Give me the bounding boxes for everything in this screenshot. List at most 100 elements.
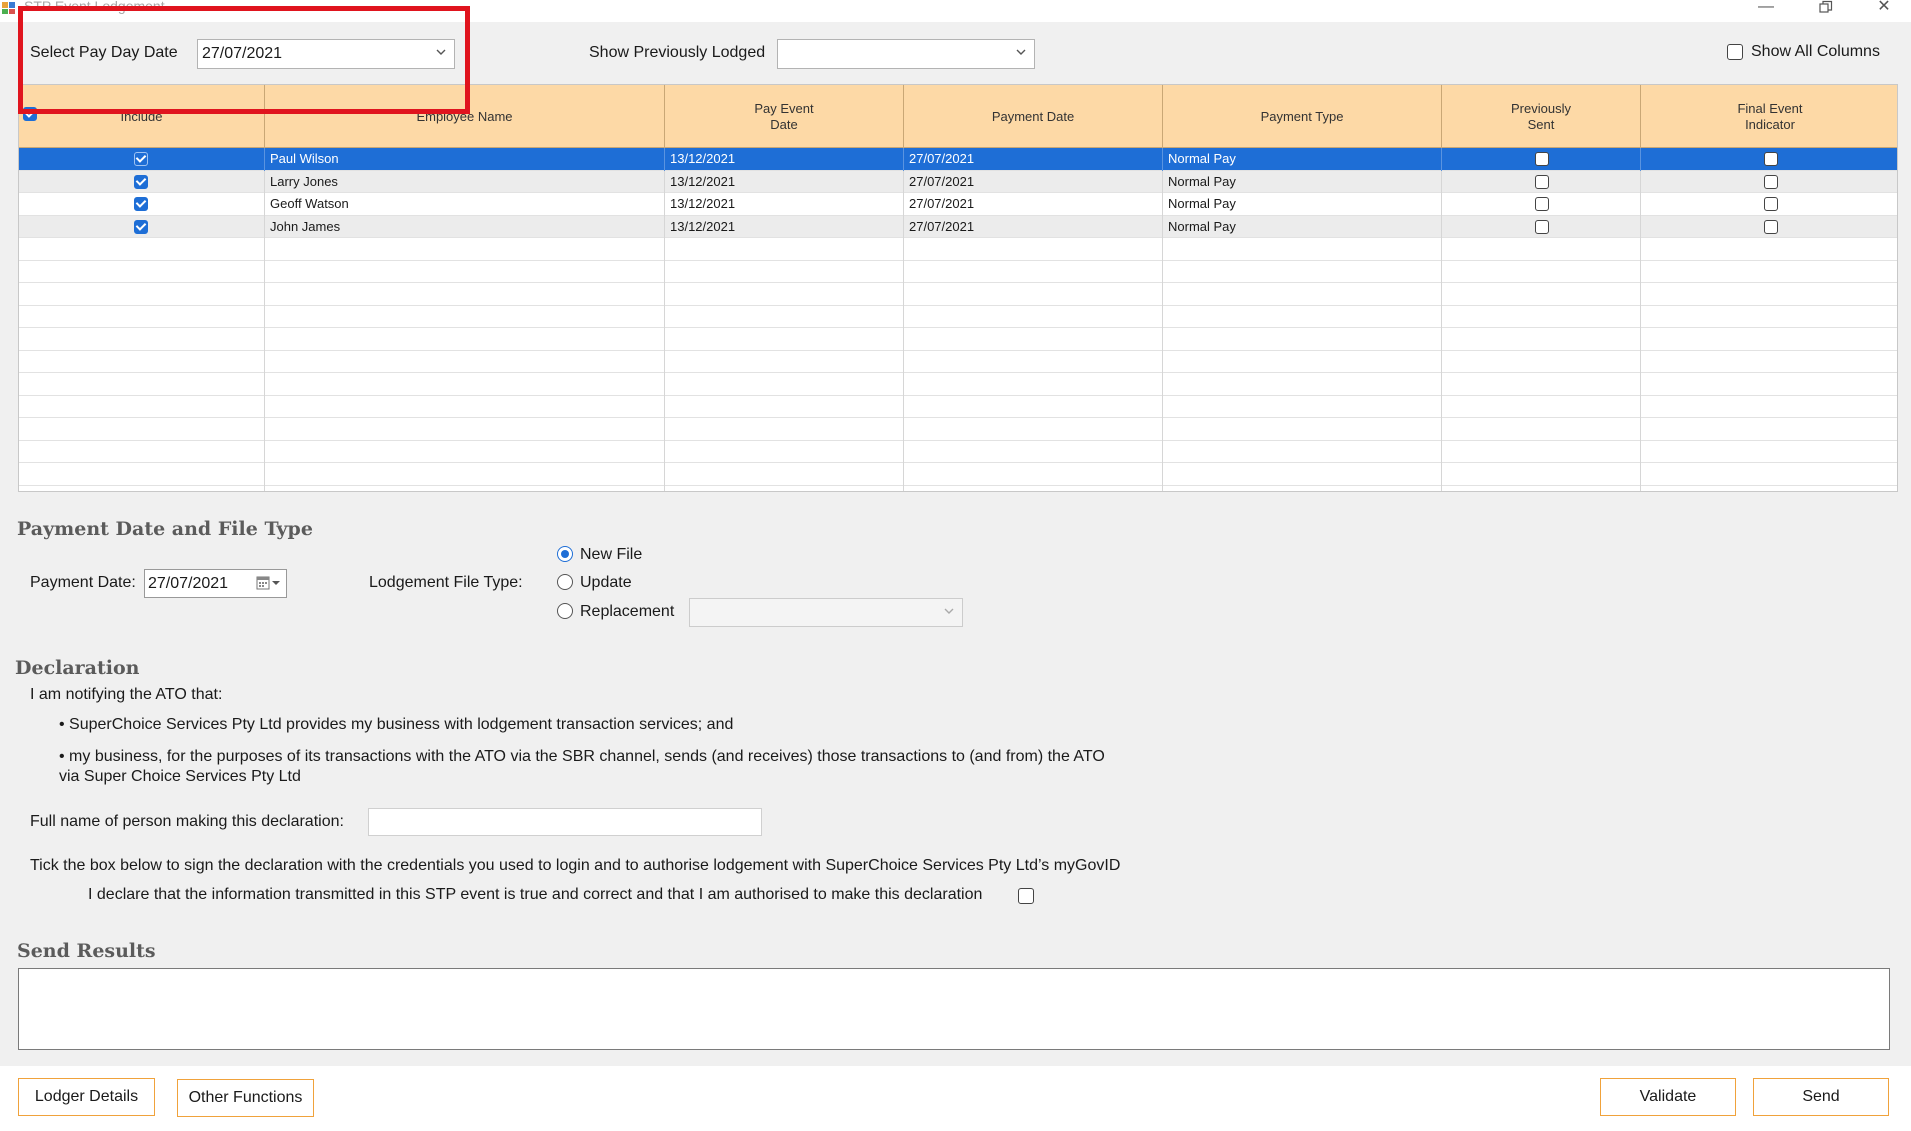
empty-row [19,305,1897,328]
payment-type-cell: Normal Pay [1163,215,1442,238]
include-cell [19,170,265,193]
previously-sent-checkbox[interactable] [1535,174,1549,189]
empty-cell [1163,463,1442,486]
send-button[interactable]: Send [1753,1078,1889,1116]
empty-row [19,463,1897,486]
empty-cell [19,485,265,491]
declare-checkbox[interactable] [1018,888,1034,904]
empty-cell [1163,238,1442,261]
declare-statement: I declare that the information transmitt… [88,886,983,903]
pay-day-select[interactable]: 27/07/2021 [197,39,455,69]
final-event-cell [1641,171,1897,194]
empty-cell [265,440,665,463]
send-results-box [18,968,1890,1050]
empty-row [19,238,1897,261]
empty-cell [1641,486,1897,492]
empty-cell [19,418,265,441]
employee-name-cell: Larry Jones [265,170,665,193]
empty-cell [904,440,1163,463]
empty-cell [1641,283,1897,306]
empty-cell [1641,441,1897,464]
empty-cell [19,440,265,463]
empty-cell [665,395,904,418]
chevron-down-icon [436,49,446,55]
radio-replacement-label[interactable]: Replacement [580,603,674,621]
close-icon: ✕ [1877,0,1891,15]
empty-cell [1163,418,1442,441]
empty-row [19,395,1897,419]
payment-type-cell: Normal Pay [1163,148,1442,171]
minimize-button[interactable]: — [1746,0,1786,17]
payment-date-picker[interactable]: 27/07/2021 [144,569,287,598]
col-payment-type[interactable]: Payment Type [1163,85,1442,148]
payment-date-label: Payment Date: [30,574,136,591]
empty-cell [265,283,665,306]
prev-lodged-select[interactable] [777,39,1035,69]
validate-button[interactable]: Validate [1600,1078,1736,1116]
include-checkbox[interactable] [134,152,148,166]
previously-sent-checkbox[interactable] [1535,197,1549,211]
calendar-icon[interactable] [256,576,282,590]
payment-date-value: 27/07/2021 [148,575,229,592]
include-checkbox[interactable] [134,219,148,234]
col-pay-event-date[interactable]: Pay Event Date [665,85,904,148]
restore-button[interactable] [1806,0,1846,17]
previously-sent-cell [1442,148,1641,171]
empty-cell [19,350,265,373]
other-functions-button[interactable]: Other Functions [177,1079,314,1117]
radio-update[interactable] [557,574,573,590]
col-include[interactable]: Include [19,85,265,148]
pay-event-date-cell: 13/12/2021 [665,193,904,216]
radio-new-file-label[interactable]: New File [580,546,642,564]
col-final-event-indicator[interactable]: Final Event Indicator [1641,85,1897,148]
empty-cell [1641,396,1897,419]
empty-cell [19,305,265,328]
declaration-intro: I am notifying the ATO that: [30,686,223,703]
pay-day-label: Select Pay Day Date [30,44,178,61]
declaration-bullet-2-cont: via Super Choice Services Pty Ltd [59,768,301,785]
final-event-checkbox[interactable] [1764,197,1778,211]
radio-new-file[interactable] [557,546,573,562]
replacement-select[interactable] [689,598,963,627]
empty-cell [1442,260,1641,283]
close-button[interactable]: ✕ [1864,0,1904,17]
tick-instruction: Tick the box below to sign the declarati… [30,857,1121,874]
final-event-checkbox[interactable] [1764,152,1778,166]
final-event-cell [1641,193,1897,216]
col-employee-name-label: Employee Name [416,108,513,124]
radio-update-label[interactable]: Update [580,574,632,592]
col-employee-name[interactable]: Employee Name [265,85,665,148]
include-checkbox[interactable] [134,174,148,189]
final-event-cell [1641,148,1897,171]
empty-cell [1163,260,1442,283]
declaration-bullet-2: • my business, for the purposes of its t… [59,748,1105,765]
chevron-down-icon [1016,49,1026,55]
empty-cell [265,418,665,441]
table-row[interactable]: Larry Jones 13/12/2021 27/07/2021 Normal Pa… [19,170,1897,194]
table-row[interactable]: John James 13/12/2021 27/07/2021 Normal Pay [19,215,1897,238]
empty-cell [665,283,904,306]
empty-row [19,260,1897,283]
empty-cell [1641,373,1897,396]
table-row[interactable]: Paul Wilson 13/12/2021 27/07/2021 Normal Pa… [19,148,1897,171]
col-previously-sent[interactable]: Previously Sent [1442,85,1641,148]
lodger-details-button[interactable]: Lodger Details [18,1078,155,1116]
send-results-title: Send Results [17,940,156,962]
minimize-icon: — [1758,0,1774,15]
previously-sent-checkbox[interactable] [1535,152,1549,166]
table-row[interactable]: Geoff Watson 13/12/2021 27/07/2021 Normal P… [19,193,1897,216]
include-checkbox[interactable] [134,197,148,211]
select-all-checkbox[interactable] [23,107,37,121]
radio-replacement[interactable] [557,603,573,619]
col-payment-date[interactable]: Payment Date [904,85,1163,148]
fullname-input[interactable] [368,808,762,836]
payment-date-cell: 27/07/2021 [904,170,1163,193]
show-all-columns-checkbox[interactable] [1727,44,1743,60]
final-event-checkbox[interactable] [1764,219,1778,234]
final-event-checkbox[interactable] [1764,174,1778,189]
empty-cell [665,418,904,441]
empty-cell [265,395,665,418]
previously-sent-checkbox[interactable] [1535,219,1549,234]
employee-name-cell: Paul Wilson [265,148,665,171]
empty-cell [904,350,1163,373]
